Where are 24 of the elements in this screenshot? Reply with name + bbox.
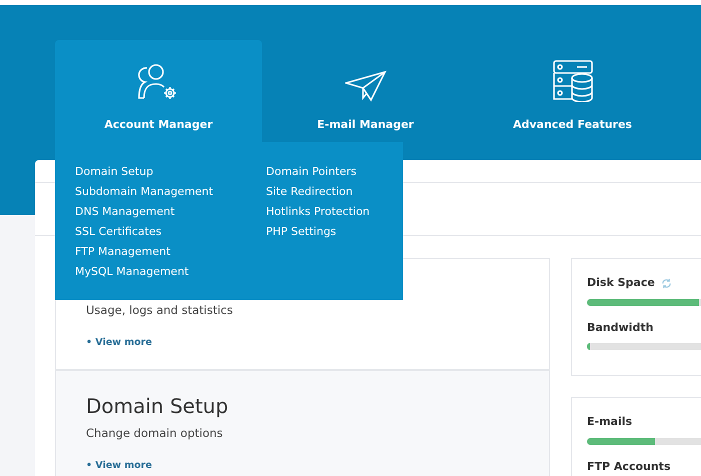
refresh-icon[interactable] — [660, 278, 672, 289]
stat-label: FTP Accounts — [587, 458, 670, 474]
paper-plane-icon — [344, 70, 386, 102]
stat-label: Disk Space — [587, 275, 655, 291]
stat-label: E-mails — [587, 414, 632, 430]
card-description: Change domain options — [86, 425, 223, 442]
server-database-icon — [552, 60, 592, 102]
menu-link[interactable]: Domain Setup — [75, 162, 266, 182]
menu-link[interactable]: Domain Pointers — [266, 162, 370, 182]
menu-link[interactable]: MySQL Management — [75, 262, 266, 282]
view-more-link[interactable]: • View more — [86, 460, 152, 472]
menu-link[interactable]: Subdomain Management — [75, 182, 266, 202]
stat-label: Bandwidth — [587, 320, 654, 336]
card-description: Usage, logs and statistics — [86, 302, 233, 319]
nav-tab[interactable]: Advanced Features — [469, 40, 676, 147]
menu-link[interactable]: Hotlinks Protection — [266, 202, 370, 222]
menu-link[interactable]: SSL Certificates — [75, 222, 266, 242]
menu-link[interactable]: Site Redirection — [266, 182, 370, 202]
menu-link[interactable]: FTP Management — [75, 242, 266, 262]
card-title: Domain Setup — [86, 393, 230, 420]
view-more-link[interactable]: • View more — [86, 337, 152, 349]
nav-tab[interactable]: E-mail Manager — [262, 40, 469, 147]
menu-link[interactable]: DNS Management — [75, 202, 266, 222]
menu-link[interactable]: PHP Settings — [266, 222, 370, 242]
